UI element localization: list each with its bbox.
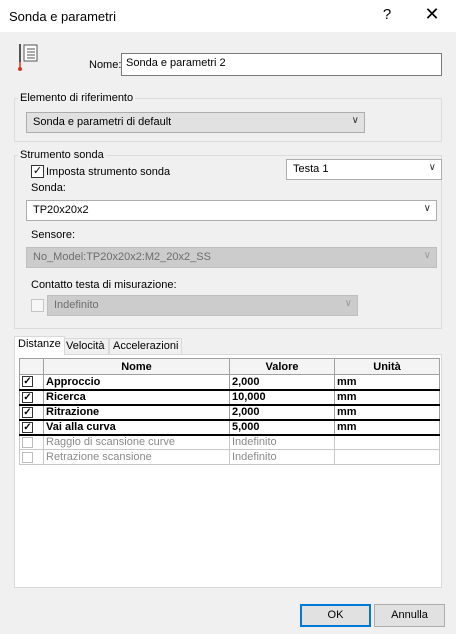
sensor-combo: No_Model:TP20x20x2:M2_20x2_SS ∨ [26, 247, 437, 268]
parameters-table: Nome Valore Unità ✓ Approccio 2,000 mm ✓… [19, 358, 440, 465]
sensor-combo-value: No_Model:TP20x20x2:M2_20x2_SS [33, 251, 211, 263]
row-name: Vai alla curva [43, 419, 230, 436]
contact-combo: Indefinito ∨ [47, 295, 358, 316]
row-checkbox [22, 436, 33, 448]
header-value[interactable]: Valore [229, 358, 335, 375]
name-input[interactable]: Sonda e parametri 2 [121, 53, 442, 76]
table-row: Raggio di scansione curve Indefinito [19, 434, 440, 450]
head-combo-value: Testa 1 [293, 163, 329, 175]
header-unit[interactable]: Unità [334, 358, 440, 375]
row-value: Indefinito [229, 449, 335, 465]
chevron-down-icon: ∨ [423, 203, 431, 214]
row-name: Raggio di scansione curve [43, 434, 230, 450]
row-unit: mm [334, 389, 440, 406]
row-unit: mm [334, 374, 440, 391]
sensor-label: Sensore: [31, 229, 76, 241]
table-row: ✓ Ritrazione 2,000 mm [19, 404, 440, 421]
probe-combo-value: TP20x20x2 [33, 204, 89, 216]
reference-combo[interactable]: Sonda e parametri di default ∨ [26, 112, 365, 133]
probe-group-title: Strumento sonda [18, 149, 106, 161]
row-value[interactable]: 2,000 [229, 374, 335, 391]
distances-panel: Nome Valore Unità ✓ Approccio 2,000 mm ✓… [14, 354, 442, 588]
contact-combo-value: Indefinito [54, 299, 99, 311]
row-value[interactable]: 10,000 [229, 389, 335, 406]
cancel-button[interactable]: Annulla [374, 604, 445, 627]
table-row: ✓ Ricerca 10,000 mm [19, 389, 440, 406]
header-check [19, 358, 44, 375]
row-value: Indefinito [229, 434, 335, 450]
contact-checkbox [31, 299, 44, 312]
row-unit [334, 434, 440, 450]
row-checkbox[interactable]: ✓ [22, 376, 33, 388]
table-row: ✓ Vai alla curva 5,000 mm [19, 419, 440, 436]
chevron-down-icon: ∨ [344, 298, 352, 309]
table-row: ✓ Approccio 2,000 mm [19, 374, 440, 391]
row-value[interactable]: 2,000 [229, 404, 335, 421]
set-probe-checkbox[interactable]: ✓ [31, 165, 44, 178]
reference-combo-value: Sonda e parametri di default [33, 116, 172, 128]
tab-accelerations[interactable]: Accelerazioni [109, 338, 183, 354]
row-unit: mm [334, 404, 440, 421]
header-name[interactable]: Nome [43, 358, 230, 375]
probe-combo[interactable]: TP20x20x2 ∨ [26, 200, 437, 221]
probe-label: Sonda: [31, 182, 66, 194]
probe-parameters-icon [18, 44, 38, 71]
row-checkbox [22, 451, 33, 463]
chevron-down-icon: ∨ [351, 115, 359, 126]
table-row: Retrazione scansione Indefinito [19, 449, 440, 465]
row-name: Ricerca [43, 389, 230, 406]
chevron-down-icon: ∨ [428, 162, 436, 173]
row-value[interactable]: 5,000 [229, 419, 335, 436]
chevron-down-icon: ∨ [423, 250, 431, 261]
close-button[interactable]: ✕ [420, 4, 444, 25]
name-label: Nome: [89, 59, 122, 71]
title-bar: Sonda e parametri ? ✕ [0, 0, 456, 32]
tab-speed[interactable]: Velocità [62, 338, 109, 354]
window-title: Sonda e parametri [9, 9, 116, 24]
head-combo[interactable]: Testa 1 ∨ [286, 159, 442, 180]
contact-label: Contatto testa di misurazione: [31, 279, 177, 291]
row-checkbox[interactable]: ✓ [22, 421, 33, 433]
tab-distances[interactable]: Distanze [14, 336, 65, 355]
help-button[interactable]: ? [375, 6, 399, 23]
set-probe-label: Imposta strumento sonda [46, 166, 171, 178]
row-name: Approccio [43, 374, 230, 391]
row-checkbox[interactable]: ✓ [22, 391, 33, 403]
row-name: Ritrazione [43, 404, 230, 421]
row-name: Retrazione scansione [43, 449, 230, 465]
reference-group-title: Elemento di riferimento [18, 92, 136, 104]
row-unit [334, 449, 440, 465]
row-checkbox[interactable]: ✓ [22, 406, 33, 418]
row-unit: mm [334, 419, 440, 436]
ok-button[interactable]: OK [300, 604, 371, 627]
